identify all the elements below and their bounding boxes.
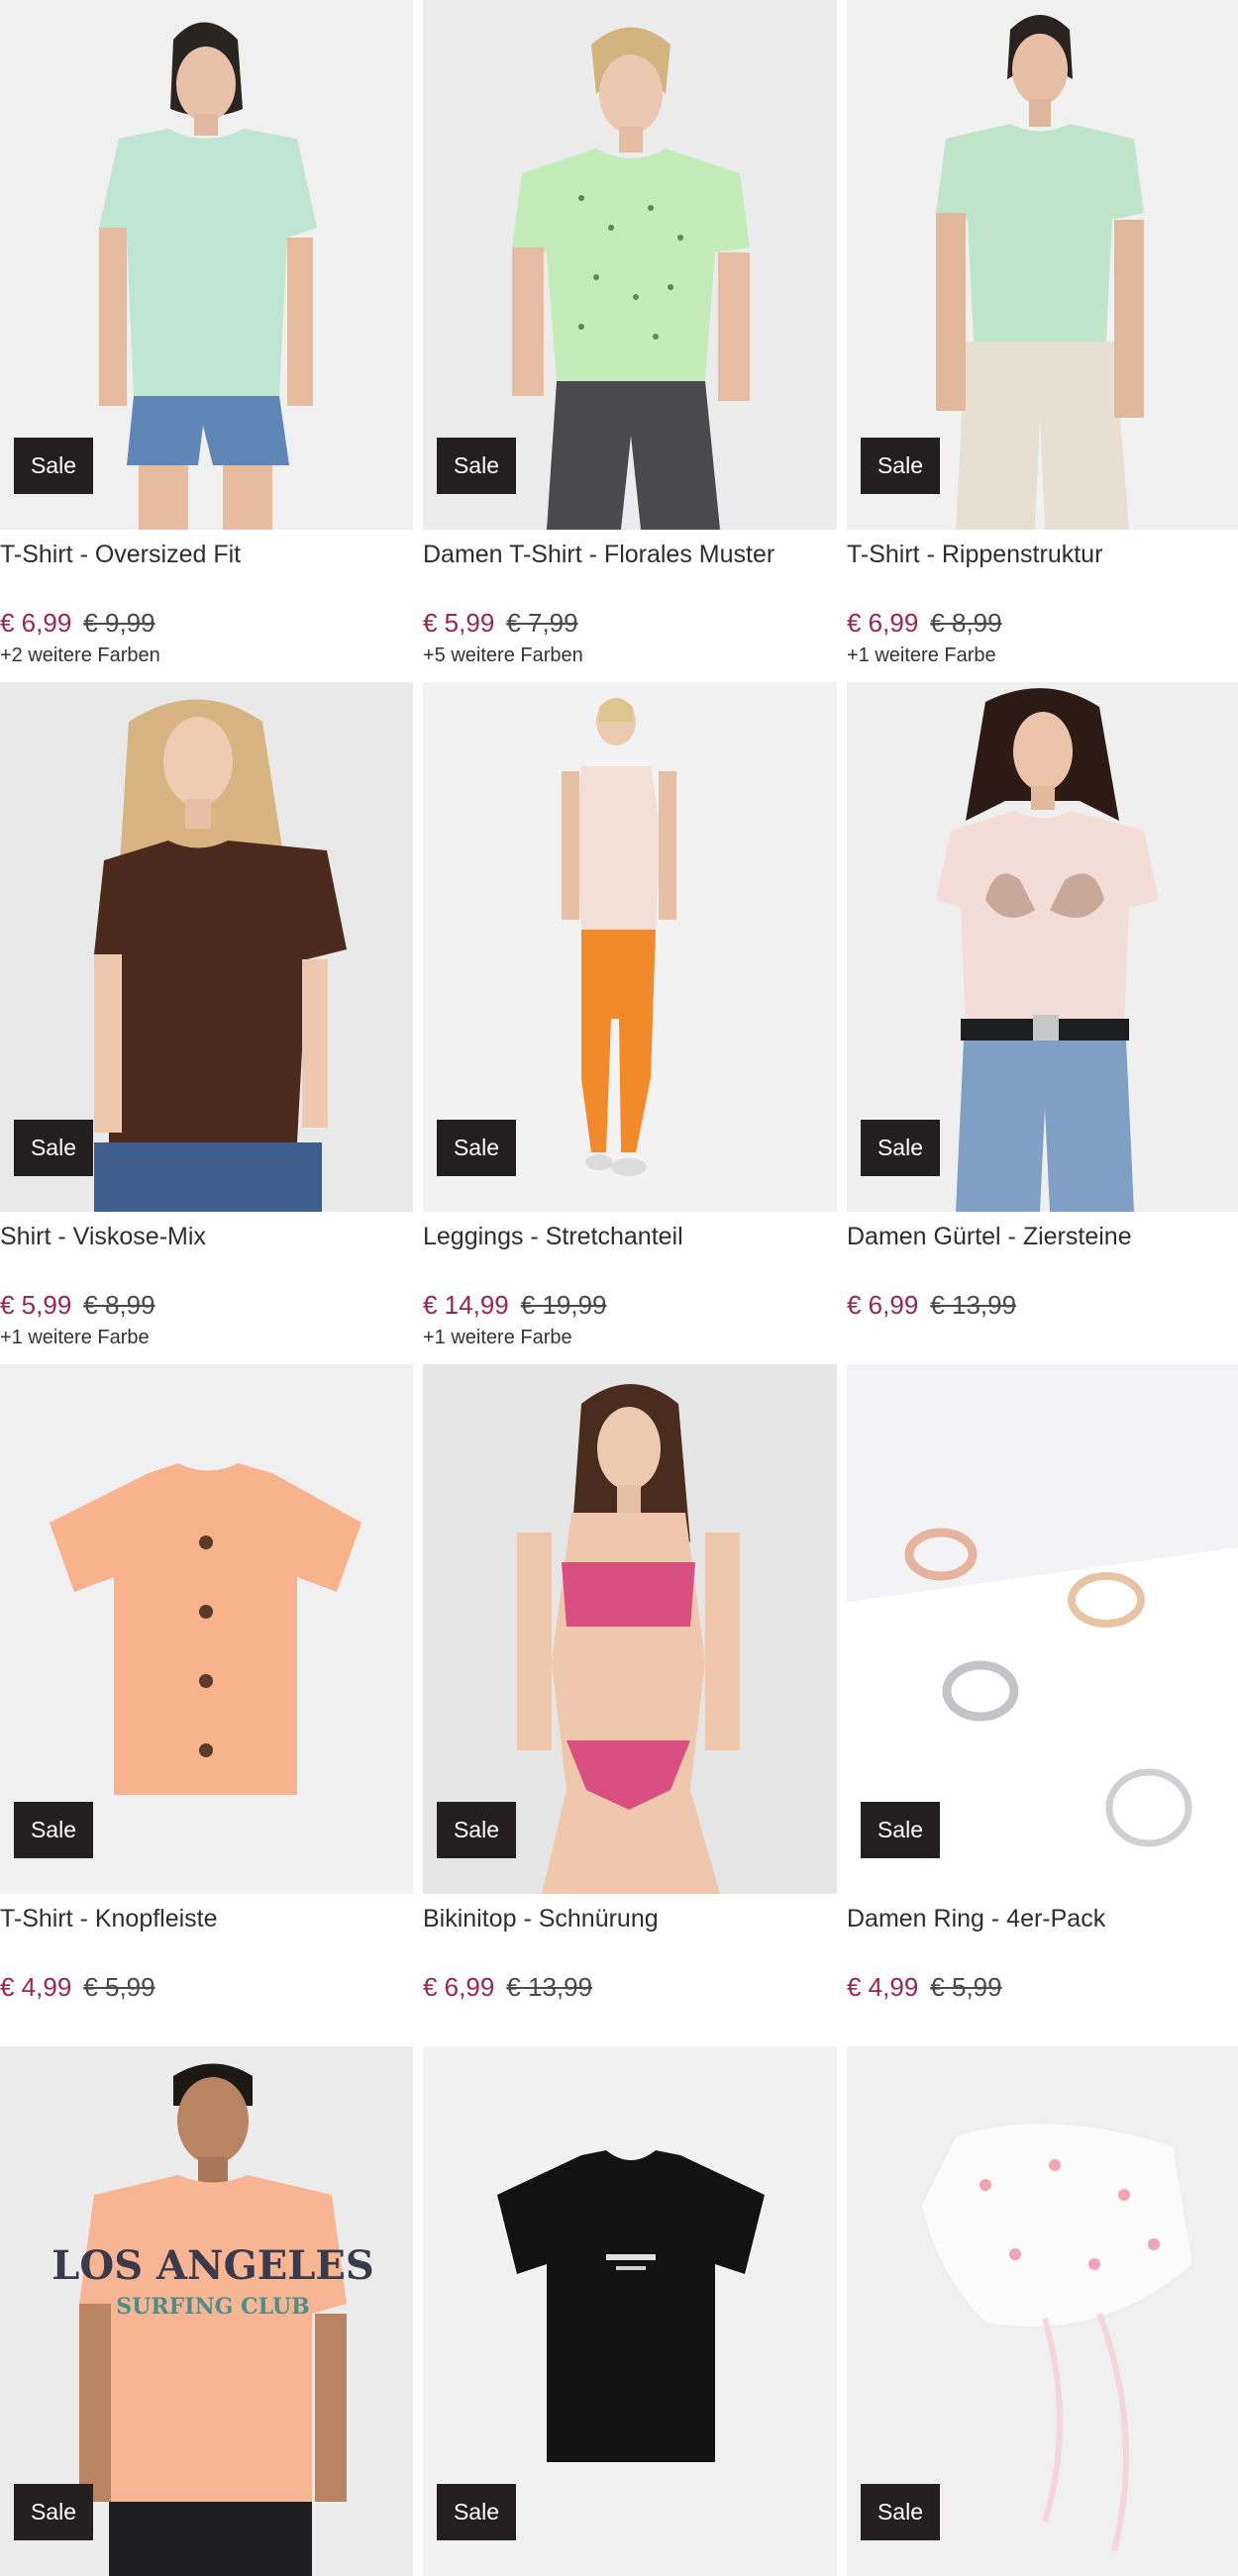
more-colors-link[interactable]: +2 weitere Farben bbox=[0, 643, 413, 668]
original-price: € 8,99 bbox=[83, 1290, 155, 1320]
price-row: € 6,99 € 13,99 bbox=[847, 1289, 1238, 1321]
product-card[interactable]: Sale Leggings - Stretchanteil € 14,99 € 1… bbox=[423, 682, 837, 1350]
sale-badge: Sale bbox=[14, 2484, 93, 2540]
product-card[interactable]: LOS ANGELES SURFING CLUB Sale bbox=[0, 2046, 413, 2576]
sale-badge: Sale bbox=[861, 438, 940, 494]
current-price: € 6,99 bbox=[847, 608, 919, 638]
product-title[interactable]: Leggings - Stretchanteil bbox=[423, 1220, 837, 1253]
sale-badge: Sale bbox=[14, 1120, 93, 1176]
product-title[interactable]: Damen Gürtel - Ziersteine bbox=[847, 1220, 1238, 1253]
current-price: € 5,99 bbox=[0, 1290, 72, 1320]
original-price: € 13,99 bbox=[930, 1290, 1017, 1320]
product-card[interactable]: Sale Damen Gürtel - Ziersteine € 6,99 € 1… bbox=[847, 682, 1238, 1325]
print-sub-text: SURFING CLUB bbox=[116, 2294, 309, 2320]
product-image[interactable]: Sale bbox=[423, 682, 837, 1212]
price-row: € 4,99 € 5,99 bbox=[0, 1971, 413, 2003]
sale-badge: Sale bbox=[14, 438, 93, 494]
original-price: € 5,99 bbox=[930, 1972, 1002, 2002]
sale-badge: Sale bbox=[437, 2484, 516, 2540]
product-image[interactable]: Sale bbox=[423, 0, 837, 530]
more-colors-link[interactable]: +5 weitere Farben bbox=[423, 643, 837, 668]
price-row: € 6,99 € 9,99 bbox=[0, 607, 413, 639]
product-image[interactable]: LOS ANGELES SURFING CLUB Sale bbox=[0, 2046, 413, 2576]
product-title[interactable]: Shirt - Viskose-Mix bbox=[0, 1220, 413, 1253]
product-card[interactable]: Sale Bikinitop - Schnürung € 6,99 € 13,99 bbox=[423, 1364, 837, 2007]
product-card[interactable]: Sale bbox=[847, 2046, 1238, 2576]
original-price: € 5,99 bbox=[83, 1972, 155, 2002]
original-price: € 19,99 bbox=[520, 1290, 607, 1320]
more-colors-link[interactable]: +1 weitere Farbe bbox=[847, 643, 1238, 668]
current-price: € 6,99 bbox=[423, 1972, 495, 2002]
product-grid: Sale T-Shirt - Oversized Fit € 6,99 € 9,9… bbox=[0, 0, 1238, 2576]
product-card[interactable]: Sale Shirt - Viskose-Mix € 5,99 € 8,99 +1… bbox=[0, 682, 413, 1350]
product-title[interactable]: Bikinitop - Schnürung bbox=[423, 1902, 837, 1935]
current-price: € 6,99 bbox=[847, 1290, 919, 1320]
current-price: € 4,99 bbox=[847, 1972, 919, 2002]
print-main-text: LOS ANGELES bbox=[52, 2242, 374, 2289]
product-image[interactable]: Sale bbox=[423, 1364, 837, 1894]
sale-badge: Sale bbox=[861, 1802, 940, 1858]
product-image[interactable]: Sale bbox=[423, 2046, 837, 2576]
price-row: € 5,99 € 8,99 bbox=[0, 1289, 413, 1321]
product-title[interactable]: T-Shirt - Knopfleiste bbox=[0, 1902, 413, 1935]
product-image[interactable]: Sale bbox=[847, 0, 1238, 530]
product-title[interactable]: T-Shirt - Rippenstruktur bbox=[847, 538, 1238, 571]
price-row: € 6,99 € 13,99 bbox=[423, 1971, 837, 2003]
price-row: € 6,99 € 8,99 bbox=[847, 607, 1238, 639]
original-price: € 9,99 bbox=[83, 608, 155, 638]
product-image[interactable]: Sale bbox=[0, 0, 413, 530]
sale-badge: Sale bbox=[861, 1120, 940, 1176]
more-colors-link[interactable]: +1 weitere Farbe bbox=[0, 1325, 413, 1350]
current-price: € 14,99 bbox=[423, 1290, 509, 1320]
price-row: € 5,99 € 7,99 bbox=[423, 607, 837, 639]
product-card[interactable]: Sale Damen T-Shirt - Florales Muster € 5… bbox=[423, 0, 837, 668]
sale-badge: Sale bbox=[437, 438, 516, 494]
sale-badge: Sale bbox=[861, 2484, 940, 2540]
product-image[interactable]: Sale bbox=[0, 1364, 413, 1894]
current-price: € 6,99 bbox=[0, 608, 72, 638]
product-title[interactable]: T-Shirt - Oversized Fit bbox=[0, 538, 413, 571]
sale-badge: Sale bbox=[437, 1120, 516, 1176]
original-price: € 7,99 bbox=[506, 608, 578, 638]
price-row: € 14,99 € 19,99 bbox=[423, 1289, 837, 1321]
price-row: € 4,99 € 5,99 bbox=[847, 1971, 1238, 2003]
product-card[interactable]: Sale T-Shirt - Oversized Fit € 6,99 € 9,9… bbox=[0, 0, 413, 668]
product-image[interactable]: Sale bbox=[847, 1364, 1238, 1894]
current-price: € 5,99 bbox=[423, 608, 495, 638]
product-card[interactable]: Sale T-Shirt - Rippenstruktur € 6,99 € 8,… bbox=[847, 0, 1238, 668]
product-card[interactable]: Sale T-Shirt - Knopfleiste € 4,99 € 5,99 bbox=[0, 1364, 413, 2007]
product-title[interactable]: Damen Ring - 4er-Pack bbox=[847, 1902, 1238, 1935]
product-card[interactable]: Sale bbox=[423, 2046, 837, 2576]
product-image[interactable]: Sale bbox=[847, 682, 1238, 1212]
sale-badge: Sale bbox=[437, 1802, 516, 1858]
product-image[interactable]: Sale bbox=[0, 682, 413, 1212]
more-colors-link[interactable]: +1 weitere Farbe bbox=[423, 1325, 837, 1350]
sale-badge: Sale bbox=[14, 1802, 93, 1858]
product-card[interactable]: Sale Damen Ring - 4er-Pack € 4,99 € 5,99 bbox=[847, 1364, 1238, 2007]
original-price: € 13,99 bbox=[506, 1972, 593, 2002]
current-price: € 4,99 bbox=[0, 1972, 72, 2002]
product-image[interactable]: Sale bbox=[847, 2046, 1238, 2576]
original-price: € 8,99 bbox=[930, 608, 1002, 638]
product-title[interactable]: Damen T-Shirt - Florales Muster bbox=[423, 538, 837, 571]
